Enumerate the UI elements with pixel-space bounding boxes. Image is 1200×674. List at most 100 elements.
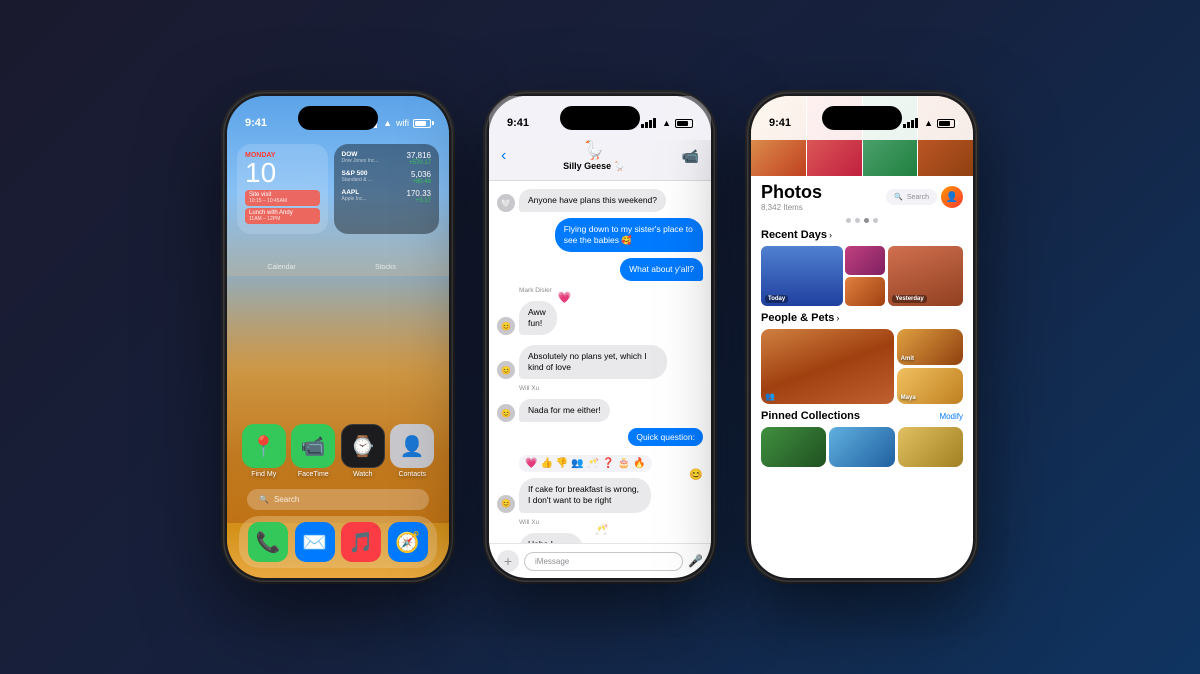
photos-content: Photos 8,342 Items 🔍 Search 👤 xyxy=(751,96,973,578)
quick-question-row: Quick question: xyxy=(497,428,703,449)
status-icons-2: ▲ xyxy=(641,118,693,128)
dock-music[interactable]: 🎵 xyxy=(341,522,381,562)
msg-bubble-4: Aww fun! xyxy=(519,301,557,335)
people-pets-title: People & Pets xyxy=(761,312,834,324)
person-col: Amit Maya xyxy=(897,329,963,404)
cal-event-1: Site visit 10:15 – 10:45AM xyxy=(245,190,320,206)
reaction-question[interactable]: ❓ xyxy=(602,458,614,469)
day-yesterday[interactable]: Yesterday xyxy=(888,246,963,306)
pinned-1[interactable] xyxy=(761,427,826,467)
app-watch[interactable]: ⌚ Watch xyxy=(341,424,385,478)
reaction-heart[interactable]: 💗 xyxy=(525,458,537,469)
dock-phone[interactable]: 📞 xyxy=(248,522,288,562)
mic-button[interactable]: 🎤 xyxy=(688,554,703,568)
msg-avatar-4: 😊 xyxy=(497,317,515,335)
photos-top-row: Photos 8,342 Items 🔍 Search 👤 xyxy=(761,182,963,212)
app-icons-row: 📍 Find My 📹 FaceTime ⌚ Watch 👤 Contacts xyxy=(227,424,449,478)
photos-dots xyxy=(751,216,973,225)
msg-bubble-5: Absolutely no plans yet, which I kind of… xyxy=(519,345,667,379)
photos-search[interactable]: 🔍 Search xyxy=(886,189,937,205)
phone-1-home: 9:41 ▲ wifi xyxy=(223,92,453,582)
msg-6: 😊 Nada for me either! xyxy=(497,399,703,422)
convo-header: 🪿 Silly Geese 🪿 xyxy=(563,140,625,172)
messages-body: 🤍 Anyone have plans this weekend? Flying… xyxy=(489,181,711,543)
convo-name: Silly Geese 🪿 xyxy=(563,161,625,172)
home-search-bar[interactable]: 🔍 Search xyxy=(247,489,429,510)
reaction-people[interactable]: 👥 xyxy=(571,458,583,469)
stock-item-aapl: AAPL Apple Inc... 170.33 +3.17 xyxy=(342,189,431,204)
person-maya[interactable]: Maya xyxy=(897,368,963,404)
yesterday-photo: Yesterday xyxy=(888,246,963,306)
pinned-collections-section: Pinned Collections Modify xyxy=(751,408,973,471)
pinned-2[interactable] xyxy=(829,427,894,467)
back-button[interactable]: ‹ xyxy=(501,147,506,165)
wifi-icon: wifi xyxy=(396,118,409,128)
stocks-widget[interactable]: DOW Dow Jones Inc... 37,816 +570.17 xyxy=(334,144,439,234)
people-pets-header: People & Pets › xyxy=(761,312,963,324)
pinned-modify[interactable]: Modify xyxy=(939,412,963,421)
battery-icon xyxy=(413,119,431,128)
photos-title: Photos xyxy=(761,182,822,203)
dock-mail[interactable]: ✉️ xyxy=(295,522,335,562)
app-facetime[interactable]: 📹 FaceTime xyxy=(291,424,335,478)
status-time-1: 9:41 xyxy=(245,117,267,129)
msg-bubble-1: Anyone have plans this weekend? xyxy=(519,189,666,212)
pinned-collections-header: Pinned Collections Modify xyxy=(761,410,963,422)
reaction-more[interactable]: 🔥 xyxy=(633,458,645,469)
person-main-photo[interactable]: 👥 xyxy=(761,329,894,404)
video-call-icon[interactable]: 📹 xyxy=(682,148,699,165)
dynamic-island-3 xyxy=(822,106,902,130)
search-label: Search xyxy=(274,495,299,504)
status-time-3: 9:41 xyxy=(769,117,791,129)
tapback-10: 🥂 xyxy=(595,523,609,536)
people-pets-chevron[interactable]: › xyxy=(836,313,839,323)
dot-4 xyxy=(873,218,878,223)
app-contacts[interactable]: 👤 Contacts xyxy=(390,424,434,478)
dynamic-island-1 xyxy=(298,106,378,130)
cal-event-2: Lunch with Andy 11AM – 12PM xyxy=(245,208,320,224)
pinned-3[interactable] xyxy=(898,427,963,467)
person-amit[interactable]: Amit xyxy=(897,329,963,365)
calendar-widget[interactable]: MONDAY 10 Site visit 10:15 – 10:45AM Lun… xyxy=(237,144,328,234)
people-icon: 👥 xyxy=(765,392,775,401)
msg-10: 😊 Haha I second that 🥂 xyxy=(497,533,703,543)
app-dock: 📞 ✉️ 🎵 🧭 xyxy=(239,516,437,568)
msg-9: 😊 If cake for breakfast is wrong, I don'… xyxy=(497,478,703,512)
reaction-thumbsdown[interactable]: 👎 xyxy=(556,458,568,469)
msg-bubble-2: Flying down to my sister's place to see … xyxy=(555,218,703,252)
dock-safari[interactable]: 🧭 xyxy=(388,522,428,562)
msg-bubble-3: What about y'all? xyxy=(620,258,703,281)
recent-days-grid: Today Yesterday xyxy=(761,246,963,306)
recent-days-chevron[interactable]: › xyxy=(829,230,832,240)
today-sub-1 xyxy=(845,246,886,275)
dot-1 xyxy=(846,218,851,223)
people-grid: 👥 Amit Maya xyxy=(761,329,963,404)
imessage-input[interactable]: iMessage xyxy=(524,552,683,571)
reaction-toast[interactable]: 🥂 xyxy=(587,458,599,469)
msg-4: 😊 Aww fun! 💗 xyxy=(497,301,703,335)
status-time-2: 9:41 xyxy=(507,117,529,129)
msg-5: 😊 Absolutely no plans yet, which I kind … xyxy=(497,345,703,379)
app-findmy[interactable]: 📍 Find My xyxy=(242,424,286,478)
amit-name: Amit xyxy=(901,356,914,362)
messages-input-bar: + iMessage 🎤 xyxy=(489,543,711,578)
msg-2: Flying down to my sister's place to see … xyxy=(497,218,703,252)
reaction-thumbsup[interactable]: 👍 xyxy=(540,458,552,469)
widgets-row: MONDAY 10 Site visit 10:15 – 10:45AM Lun… xyxy=(237,144,439,234)
calendar-widget-label: Calendar xyxy=(267,264,295,271)
day-today[interactable]: Today xyxy=(761,246,885,306)
people-pets-section: People & Pets › 👥 xyxy=(751,310,973,408)
pinned-row xyxy=(761,427,963,467)
user-avatar[interactable]: 👤 xyxy=(941,186,963,208)
msg-wrap-9: If cake for breakfast is wrong, I don't … xyxy=(519,478,703,512)
msg-avatar-1: 🤍 xyxy=(497,194,515,212)
phone-2-messages: 9:41 ▲ ‹ 🪿 xyxy=(485,92,715,582)
dot-3 xyxy=(864,218,869,223)
reaction-cake[interactable]: 🎂 xyxy=(618,458,630,469)
plus-button[interactable]: + xyxy=(497,550,519,572)
reactions-bar[interactable]: 💗 👍 👎 👥 🥂 ❓ 🎂 🔥 xyxy=(519,455,652,472)
search-icon-photos: 🔍 xyxy=(894,193,903,201)
msg-wrap-4: Aww fun! 💗 xyxy=(519,301,571,335)
search-icon-home: 🔍 xyxy=(259,495,269,504)
stock-item-sp500: S&P 500 Standard & ... 5,036 +80.48 xyxy=(342,170,431,185)
